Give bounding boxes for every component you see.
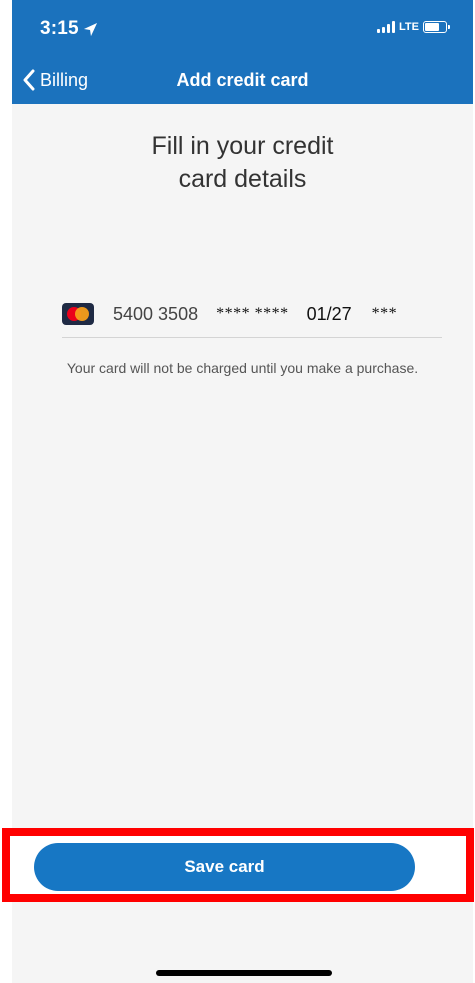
signal-icon bbox=[377, 21, 396, 33]
form-heading-line-2: card details bbox=[178, 165, 307, 193]
charge-notice: Your card will not be charged until you … bbox=[66, 360, 419, 376]
card-input-field[interactable]: 5400 3508 **** **** 01/27 *** bbox=[62, 294, 442, 334]
navigation-bar: Billing Add credit card bbox=[12, 56, 473, 104]
form-heading-line-1: Fill in your credit bbox=[151, 132, 334, 160]
mastercard-icon bbox=[62, 303, 94, 325]
location-arrow-icon bbox=[83, 22, 97, 36]
battery-icon bbox=[423, 21, 450, 33]
status-time-group: 3:15 bbox=[40, 18, 98, 40]
status-indicators: LTE bbox=[377, 21, 450, 33]
status-time: 3:15 bbox=[40, 18, 79, 39]
form-heading: Fill in your credit card details bbox=[12, 130, 473, 196]
page-title: Add credit card bbox=[176, 70, 309, 90]
home-indicator bbox=[156, 970, 332, 976]
card-number-value[interactable]: 5400 3508 bbox=[113, 304, 198, 325]
card-expiry-value[interactable]: 01/27 bbox=[307, 304, 352, 325]
network-label: LTE bbox=[399, 21, 419, 33]
card-cvc-value[interactable]: *** bbox=[372, 305, 398, 323]
card-field-divider bbox=[62, 337, 442, 338]
save-card-button[interactable]: Save card bbox=[34, 843, 415, 891]
card-number-masked[interactable]: **** **** bbox=[216, 305, 289, 323]
status-bar: 3:15 LTE bbox=[12, 0, 473, 56]
